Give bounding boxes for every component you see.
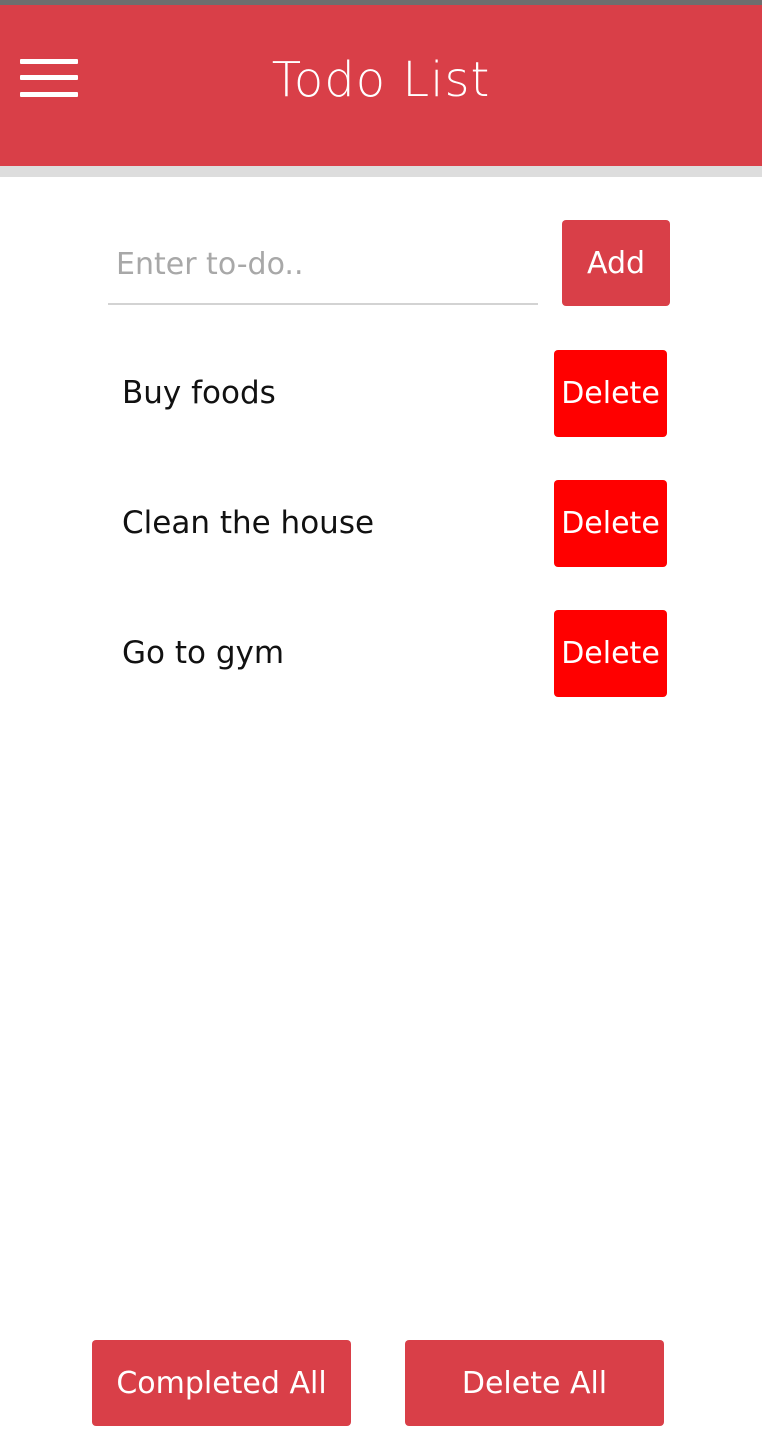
add-button[interactable]: Add xyxy=(562,220,670,306)
todo-text: Go to gym xyxy=(122,635,285,671)
app-title: Todo List xyxy=(271,52,491,108)
todo-text: Buy foods xyxy=(122,375,276,411)
app-bar-shadow xyxy=(0,166,762,177)
todo-item: Clean the house Delete xyxy=(0,480,762,567)
todo-item: Go to gym Delete xyxy=(0,610,762,697)
todo-list: Buy foods Delete Clean the house Delete … xyxy=(0,350,762,740)
delete-button[interactable]: Delete xyxy=(554,480,667,567)
completed-all-button[interactable]: Completed All xyxy=(92,1340,351,1426)
app-bar: Todo List xyxy=(0,5,762,166)
todo-item: Buy foods Delete xyxy=(0,350,762,437)
delete-button[interactable]: Delete xyxy=(554,610,667,697)
todo-input[interactable] xyxy=(108,225,538,305)
delete-all-button[interactable]: Delete All xyxy=(405,1340,664,1426)
delete-button[interactable]: Delete xyxy=(554,350,667,437)
todo-text: Clean the house xyxy=(122,505,375,541)
